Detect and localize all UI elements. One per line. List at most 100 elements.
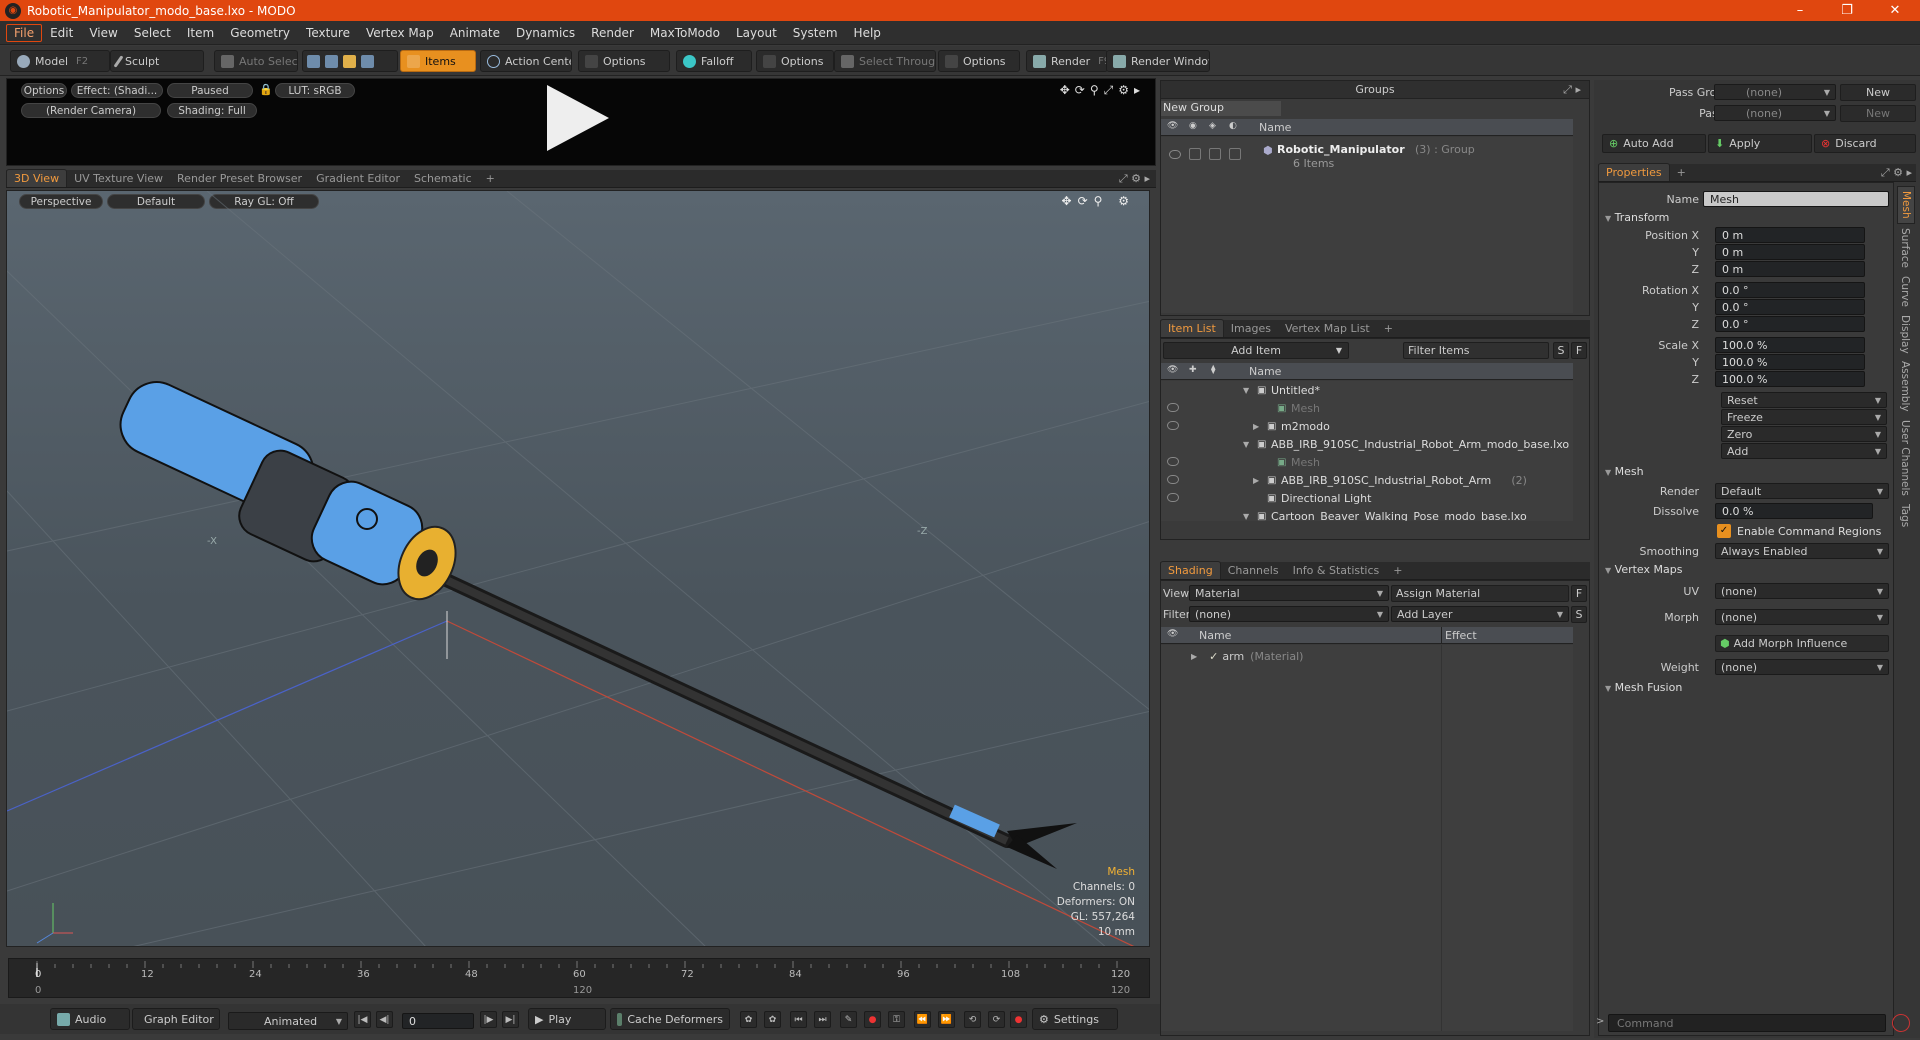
group-row-robotic-manipulator[interactable]: ⬢ Robotic_Manipulator (3) : Group 6 Item… [1163,141,1573,171]
add-tab-button[interactable]: + [479,170,502,187]
position-x-input[interactable]: 0 m [1715,227,1865,243]
tab-3d-view[interactable]: 3D View [6,169,68,187]
item-list-row[interactable]: ▣ Mesh [1161,399,1573,417]
new-group-button[interactable]: New Group [1161,101,1281,116]
menu-texture[interactable]: Texture [298,24,358,42]
eye-icon[interactable] [1167,493,1179,502]
uv-dropdown[interactable]: (none) [1715,583,1889,599]
auto-add-button[interactable]: ⊕ Auto Add [1602,134,1706,153]
expand-arrow-icon[interactable]: ▼ [1243,386,1249,395]
filter-dropdown[interactable]: (none) [1189,606,1389,622]
sculpt-mode-button[interactable]: Sculpt [110,50,204,72]
rotation-x-input[interactable]: 0.0 ° [1715,282,1865,298]
tab-schematic[interactable]: Schematic [407,170,479,187]
scale-z-input[interactable]: 100.0 % [1715,371,1865,387]
select-toggle[interactable] [1229,148,1241,160]
expand-arrow-icon[interactable]: ▼ [1243,440,1249,449]
expand-arrow-icon[interactable]: ▶ [1253,476,1259,485]
command-stop-icon[interactable] [1892,1014,1910,1032]
loop-icon[interactable]: ⟲ [964,1011,981,1028]
rotation-y-input[interactable]: 0.0 ° [1715,299,1865,315]
preview-options-button[interactable]: Options [21,83,67,98]
record-options-icon[interactable]: ● [1010,1011,1027,1028]
key-tool-icon[interactable]: ✎ [840,1011,857,1028]
freeze-dropdown[interactable]: Freeze [1721,409,1887,425]
mesh-fusion-section[interactable]: ▼ Mesh Fusion [1605,681,1682,694]
side-tab-display[interactable]: Display [1897,311,1913,358]
range-end[interactable]: 120 [1111,985,1130,996]
range-mid[interactable]: 120 [573,985,592,996]
expand-arrow-icon[interactable]: ▶ [1191,652,1197,661]
position-z-input[interactable]: 0 m [1715,261,1865,277]
key-prev-icon[interactable]: ⏮ [790,1011,807,1028]
item-list-row[interactable]: ▼ ▣ Cartoon_Beaver_Walking_Pose_modo_base.… [1161,507,1573,522]
smoothing-dropdown[interactable]: Always Enabled [1715,543,1889,559]
eye-icon[interactable] [1167,457,1179,466]
side-tab-mesh[interactable]: Mesh [1897,186,1915,224]
shading-s-button[interactable]: S [1571,606,1587,623]
falloff-options-button[interactable]: Options [756,50,834,72]
tab-gradient-editor[interactable]: Gradient Editor [309,170,407,187]
side-tab-tags[interactable]: Tags [1897,500,1913,531]
cache-deformers-button[interactable]: Cache Deformers [610,1008,730,1030]
menu-geometry[interactable]: Geometry [222,24,298,42]
filter-items-input[interactable]: Filter Items [1403,342,1549,359]
preview-nav-icons[interactable]: ✥⟳⚲⤢⚙▸ [1060,83,1145,98]
menu-vertex-map[interactable]: Vertex Map [358,24,442,42]
3d-viewport[interactable]: Perspective Default Ray GL: Off ✥⟳⚲ ⚙ -X… [6,190,1150,947]
key-next-icon[interactable]: ⏭ [814,1011,831,1028]
skip-back-icon[interactable]: ⏪ [914,1011,931,1028]
menu-layout[interactable]: Layout [728,24,785,42]
command-input[interactable]: Command [1608,1014,1886,1032]
zero-dropdown[interactable]: Zero [1721,426,1887,442]
falloff-button[interactable]: Falloff [676,50,752,72]
play-button[interactable]: ▶ Play [528,1008,606,1030]
tab-channels[interactable]: Channels [1221,562,1286,579]
preview-shading-dropdown[interactable]: Shading: Full [167,103,257,118]
side-tab-curve[interactable]: Curve [1897,272,1913,311]
record-icon[interactable]: ● [864,1011,881,1028]
view-dropdown[interactable]: Material [1189,585,1389,601]
minimize-button[interactable]: – [1777,0,1823,21]
action-center-button[interactable]: Action Center [480,50,572,72]
tab-item-list[interactable]: Item List [1160,319,1224,337]
menu-dynamics[interactable]: Dynamics [508,24,583,42]
render-dropdown[interactable]: Default [1715,483,1889,499]
shading-f-button[interactable]: F [1571,585,1587,602]
scale-y-input[interactable]: 100.0 % [1715,354,1865,370]
add-transform-dropdown[interactable]: Add [1721,443,1887,459]
viewport-expand-icon[interactable]: ⤢ ⚙ ▸ [1119,172,1150,186]
preview-effect-dropdown[interactable]: Effect: (Shadi... [71,83,163,98]
polygons-icon[interactable] [343,54,356,68]
eye-icon[interactable] [1167,475,1179,484]
groups-expand-icon[interactable]: ⤢ ▸ [1563,83,1581,97]
menu-file[interactable]: File [6,23,43,42]
tab-images[interactable]: Images [1224,320,1278,337]
tab-vertex-map-list[interactable]: Vertex Map List [1278,320,1377,337]
name-input[interactable]: Mesh [1703,191,1889,207]
prev-key-button[interactable]: ◀| [376,1011,393,1028]
vertices-icon[interactable] [307,54,320,68]
close-button[interactable]: ✕ [1872,0,1918,21]
add-panel-tab-button[interactable]: + [1377,320,1400,337]
settings-button[interactable]: ⚙ Settings [1032,1008,1118,1030]
filter-f-button[interactable]: F [1571,342,1587,359]
item-list-row[interactable]: ▶ ▣ ABB_IRB_910SC_Industrial_Robot_Arm (2) [1161,471,1573,489]
morph-dropdown[interactable]: (none) [1715,609,1889,625]
side-tab-surface[interactable]: Surface [1897,224,1913,272]
expand-arrow-icon[interactable]: ▶ [1253,422,1259,431]
expand-arrow-icon[interactable]: ▼ [1243,512,1249,521]
materials-icon[interactable] [361,54,374,68]
item-list-row[interactable]: ▶ ▣ m2modo [1161,417,1573,435]
menu-edit[interactable]: Edit [42,24,81,42]
render-toggle[interactable] [1189,148,1201,160]
dissolve-input[interactable]: 0.0 % [1715,503,1873,519]
assign-material-button[interactable]: Assign Material [1391,585,1569,602]
discard-button[interactable]: ⊗ Discard [1814,134,1916,153]
add-layer-dropdown[interactable]: Add Layer [1391,606,1569,622]
mesh-section[interactable]: ▼ Mesh [1605,465,1644,478]
preview-lut-dropdown[interactable]: LUT: sRGB [275,83,355,98]
render-window-button[interactable]: Render Window [1106,50,1210,72]
add-item-dropdown[interactable]: Add Item ▼ [1163,342,1349,359]
filter-s-button[interactable]: S [1553,342,1569,359]
